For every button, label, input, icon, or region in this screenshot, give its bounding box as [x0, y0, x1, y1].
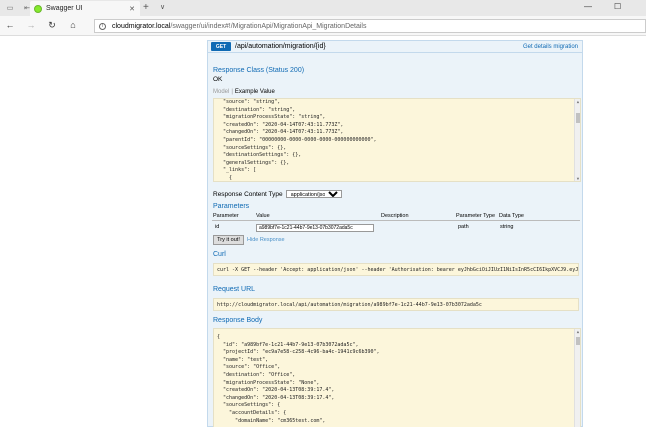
operation-path[interactable]: /api/automation/migration/{id}	[235, 43, 523, 50]
response-content-type-label: Response Content Type	[213, 190, 283, 198]
site-info-icon[interactable]: i	[99, 22, 106, 30]
response-code-line: "source": "Office",	[217, 364, 281, 371]
param-type: path	[458, 224, 469, 230]
request-url-box[interactable]: http://cloudmigrator.local/api/automatio…	[213, 298, 579, 311]
parameters-table: Parameter Value Description Parameter Ty…	[212, 212, 580, 233]
response-code-line: {	[217, 334, 221, 340]
response-code-line: "name": "test",	[217, 356, 269, 363]
example-code-line: "destination": "string",	[217, 106, 296, 113]
address-bar[interactable]: i cloudmigrator.local/swagger/ui/index#!…	[94, 19, 646, 33]
example-code-line: "destinationSettings": {},	[217, 152, 302, 159]
response-code-line: "changedOn": "2020-04-13T08:39:17.4",	[217, 394, 335, 401]
col-data-type: Data Type	[499, 213, 524, 219]
operation-header[interactable]: GET /api/automation/migration/{id} Get d…	[208, 41, 582, 53]
response-content-type: Response Content Type application/json	[213, 190, 342, 198]
response-code-line: "id": "a989bf7e-1c21-44b7-9e13-07b3072ad…	[217, 341, 359, 348]
curl-command-box[interactable]: curl -X GET --header 'Accept: applicatio…	[213, 263, 579, 276]
response-code-line: "projectId": "ec9a7e58-c258-4c96-ba4c-19…	[217, 349, 380, 356]
response-content-type-select[interactable]: application/json	[285, 190, 342, 198]
browser-tab-bar: ▭ ⇤ Swagger UI ✕ + ∨ — ☐	[0, 0, 646, 16]
param-id-input[interactable]: a989bf7e-1c21-44b7-9e13-07b3072ada5c	[256, 224, 374, 232]
response-code-line: "destination": "Office",	[217, 371, 296, 378]
maximize-icon[interactable]: ☐	[614, 2, 621, 11]
response-body-box[interactable]: { "id": "a989bf7e-1c21-44b7-9e13-07b3072…	[213, 328, 581, 427]
example-code-line: "createdOn": "2020-04-14T07:43:11.773Z",	[217, 121, 344, 128]
request-url-title: Request URL	[213, 286, 256, 293]
example-code-line: "_links": [	[217, 167, 257, 174]
page-content: GET /api/automation/migration/{id} Get d…	[0, 37, 646, 427]
col-description: Description	[381, 213, 409, 219]
col-parameter-type: Parameter Type	[456, 213, 496, 219]
response-code-line: "sourceSettings": {	[217, 402, 281, 409]
http-method-badge: GET	[211, 42, 231, 51]
response-code-line: "domainName": "cm365test.com",	[217, 417, 326, 424]
model-tabs: Model | Example Value	[213, 89, 275, 95]
response-body-title: Response Body	[213, 317, 263, 324]
model-tab[interactable]: Model	[213, 89, 229, 95]
example-code-line: {	[217, 174, 233, 181]
url-host: cloudmigrator.local	[112, 22, 171, 30]
curl-title: Curl	[213, 251, 226, 258]
example-code-line: "sourceSettings": {},	[217, 144, 287, 151]
example-code-line: "migrationProcessState": "string",	[217, 114, 326, 121]
example-code-line: "changedOn": "2020-04-14T07:43:11.773Z",	[217, 129, 344, 136]
minimize-icon[interactable]: —	[584, 2, 592, 11]
response-code-line: "migrationProcessState": "None",	[217, 379, 320, 386]
browser-tab[interactable]: Swagger UI ✕	[30, 1, 140, 16]
tab-title: Swagger UI	[46, 5, 83, 12]
parameter-row: id a989bf7e-1c21-44b7-9e13-07b3072ada5c …	[212, 223, 580, 233]
example-code-line: "generalSettings": {},	[217, 159, 290, 166]
response-class-title: Response Class (Status 200)	[213, 67, 305, 74]
refresh-icon[interactable]: ↻	[45, 20, 59, 31]
hide-response-link[interactable]: Hide Response	[247, 237, 285, 243]
back-icon[interactable]: ←	[3, 20, 17, 30]
example-value-tab[interactable]: Example Value	[235, 89, 275, 95]
param-name: id	[215, 224, 220, 230]
response-code-line: "accountDetails": {	[217, 409, 287, 416]
example-code-line: "source": "string",	[217, 99, 281, 105]
chevron-down-icon[interactable]: ∨	[160, 3, 165, 11]
swagger-favicon-icon	[34, 4, 42, 13]
close-tab-icon[interactable]: ✕	[129, 5, 135, 13]
example-scrollbar[interactable]: ▲ ▼	[574, 99, 580, 181]
response-class-value: OK	[213, 76, 223, 83]
browser-nav-bar: ← → ↻ ⌂ i cloudmigrator.local/swagger/ui…	[0, 16, 646, 36]
try-it-out-button[interactable]: Try it out!	[213, 235, 244, 245]
tab-actions-icon[interactable]: ▭	[3, 1, 17, 15]
col-parameter: Parameter	[213, 213, 239, 219]
forward-icon[interactable]: →	[24, 20, 38, 30]
operation-panel: GET /api/automation/migration/{id} Get d…	[207, 40, 583, 427]
parameters-header-row: Parameter Value Description Parameter Ty…	[212, 212, 580, 221]
home-icon[interactable]: ⌂	[66, 20, 80, 30]
response-code-line: "createdOn": "2020-04-13T08:39:17.4",	[217, 387, 335, 394]
example-code-line: "parentId": "00000000-0000-0000-0000-000…	[217, 136, 377, 143]
url-path: /swagger/ui/index#!/MigrationApi/Migrati…	[170, 22, 367, 30]
parameters-title: Parameters	[213, 203, 250, 210]
param-data-type: string	[500, 224, 514, 230]
new-tab-icon[interactable]: +	[143, 2, 149, 13]
example-value-box[interactable]: "source": "string", "destination": "stri…	[213, 98, 581, 182]
col-value: Value	[256, 213, 270, 219]
response-scrollbar[interactable]: ▲	[574, 329, 580, 427]
operation-summary-link[interactable]: Get details migration	[523, 44, 578, 50]
